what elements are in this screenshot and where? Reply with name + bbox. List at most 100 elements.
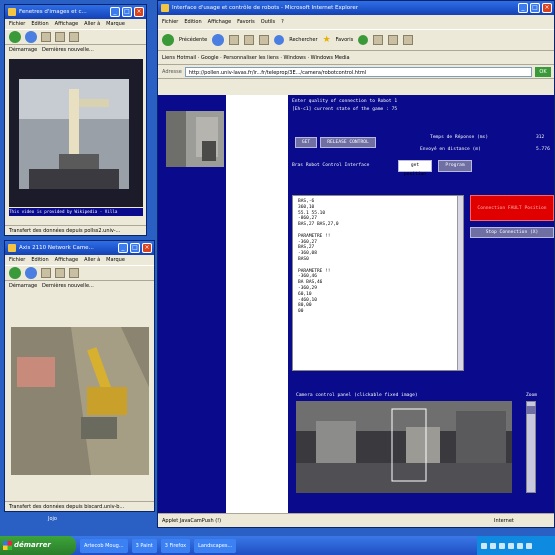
windows-logo-icon xyxy=(3,541,12,550)
bookmark-start[interactable]: Démarrage xyxy=(9,47,37,53)
get-position-button[interactable]: get position xyxy=(398,160,432,177)
search-icon[interactable] xyxy=(274,35,285,45)
status-bar: Transfert des données depuis biscard.uni… xyxy=(5,501,154,511)
stop-icon[interactable] xyxy=(229,35,240,45)
back-icon[interactable] xyxy=(9,31,21,43)
taskbar-item[interactable]: 3 Firefox xyxy=(160,538,191,553)
close-button[interactable]: × xyxy=(134,7,144,17)
program-button[interactable]: Program xyxy=(438,160,472,172)
maximize-button[interactable]: □ xyxy=(122,7,132,17)
command-textarea[interactable]: BAS,-6 360,10 55.1 55.10 -860,27 BAS,27 BAS,… xyxy=(292,195,464,371)
link-customize[interactable]: Personnaliser les liens xyxy=(223,55,278,61)
address-input[interactable]: http://pollen.univ-lavas.fr/ir...fr/tele… xyxy=(184,66,532,77)
link-hotmail[interactable]: Hotmail xyxy=(177,55,197,61)
taskbar-item[interactable]: Landscapes... xyxy=(194,538,237,553)
tray-icon[interactable] xyxy=(499,542,505,549)
robot-control-label: Bras Robot Control Interface xyxy=(292,163,370,168)
search-button[interactable]: Rechercher xyxy=(289,37,317,43)
minimize-button[interactable]: _ xyxy=(110,7,120,17)
panorama-image xyxy=(296,401,512,493)
maximize-button[interactable]: □ xyxy=(530,3,540,13)
window-title: Fenetres d'images et c... xyxy=(19,9,87,15)
stop-icon[interactable] xyxy=(55,32,65,42)
menu-view[interactable]: Affichage xyxy=(55,255,79,265)
release-control-button[interactable]: RELEASE CONTROL xyxy=(320,137,376,148)
start-button[interactable]: démarrer xyxy=(0,536,76,555)
refresh-icon[interactable] xyxy=(244,35,255,45)
menu-view[interactable]: Affichage xyxy=(55,19,79,29)
taskbar-item[interactable]: Artecob Moug... xyxy=(80,538,128,553)
home-icon[interactable] xyxy=(69,32,79,42)
favorites-button[interactable]: Favoris xyxy=(336,37,354,43)
menu-bar: Fichier Edition Affichage Favoris Outils? xyxy=(158,15,554,29)
home-icon[interactable] xyxy=(259,35,270,45)
title-bar[interactable]: Interface d'usage et contrôle de robots … xyxy=(158,1,554,15)
bookmark-start[interactable]: Démarrage xyxy=(9,283,37,289)
textarea-scrollbar[interactable] xyxy=(457,196,463,370)
menu-file[interactable]: Fichier xyxy=(9,255,25,265)
minimize-button[interactable]: _ xyxy=(518,3,528,13)
close-button[interactable]: × xyxy=(142,243,152,253)
back-icon[interactable] xyxy=(162,34,174,46)
tray-icon[interactable] xyxy=(526,542,532,549)
cmd-line: 00 xyxy=(298,309,304,315)
media-icon[interactable] xyxy=(358,35,369,45)
reload-icon[interactable] xyxy=(41,268,51,278)
tray-icon[interactable] xyxy=(490,542,496,549)
camera-control-panel[interactable] xyxy=(296,401,512,493)
zoom-slider[interactable] xyxy=(526,401,536,493)
reload-icon[interactable] xyxy=(41,32,51,42)
close-button[interactable]: × xyxy=(542,3,552,13)
tray-icon[interactable] xyxy=(481,542,487,549)
link-google[interactable]: Google xyxy=(201,55,219,61)
window-images[interactable]: Fenetres d'images et c... _ □ × Fichier Edi… xyxy=(4,4,147,236)
stop-icon[interactable] xyxy=(55,268,65,278)
desktop-icon-label[interactable]: Jojo xyxy=(48,516,57,522)
forward-icon[interactable] xyxy=(212,34,225,46)
menu-go[interactable]: Aller à xyxy=(84,255,100,265)
bookmark-news[interactable]: Dernières nouvelle... xyxy=(42,283,94,289)
home-icon[interactable] xyxy=(69,268,79,278)
menu-file[interactable]: Fichier xyxy=(162,15,178,29)
menu-bookmarks[interactable]: Marque xyxy=(106,255,125,265)
window-robot-interface[interactable]: Interface d'usage et contrôle de robots … xyxy=(157,0,555,528)
menu-tools[interactable]: Outils xyxy=(261,15,275,29)
menu-bookmarks[interactable]: Marque xyxy=(106,19,125,29)
go-button[interactable]: OK xyxy=(535,66,551,77)
menu-file[interactable]: Fichier xyxy=(9,19,25,29)
maximize-button[interactable]: □ xyxy=(130,243,140,253)
window-axis-camera[interactable]: Axis 2110 Network Came... _ □ × Fichier Edi… xyxy=(4,240,155,512)
forward-icon[interactable] xyxy=(25,31,37,43)
menu-favorites[interactable]: Favoris xyxy=(237,15,255,29)
taskbar-item[interactable]: 3 Paint xyxy=(131,538,157,553)
forward-icon[interactable] xyxy=(25,267,37,279)
edit-icon[interactable] xyxy=(403,35,414,45)
title-bar[interactable]: Fenetres d'images et c... _ □ × xyxy=(5,5,146,19)
status-bar: Applet JavaCamPush (!) Internet xyxy=(158,513,554,527)
print-icon[interactable] xyxy=(388,35,399,45)
tray-icon[interactable] xyxy=(508,542,514,549)
menu-edit[interactable]: Edition xyxy=(184,15,201,29)
bookmarks-bar: Démarrage Dernières nouvelle... xyxy=(5,281,154,291)
minimize-button[interactable]: _ xyxy=(118,243,128,253)
bookmark-news[interactable]: Dernières nouvelle... xyxy=(42,47,94,53)
stop-connection-button[interactable]: Stop Connection (X) xyxy=(470,227,554,238)
tray-icon[interactable] xyxy=(517,542,523,549)
menu-edit[interactable]: Edition xyxy=(31,255,48,265)
menu-edit[interactable]: Edition xyxy=(31,19,48,29)
menu-help[interactable]: ? xyxy=(281,15,284,29)
link-windows-media[interactable]: Windows Media xyxy=(311,55,350,61)
zone-status: Internet xyxy=(494,518,514,524)
menu-view[interactable]: Affichage xyxy=(208,15,232,29)
mail-icon[interactable] xyxy=(373,35,384,45)
title-bar[interactable]: Axis 2110 Network Came... _ □ × xyxy=(5,241,154,255)
favorites-icon[interactable]: ★ xyxy=(323,35,331,45)
window-title: Interface d'usage et contrôle de robots … xyxy=(172,5,358,11)
menu-go[interactable]: Aller à xyxy=(84,19,100,29)
back-button[interactable]: Précédente xyxy=(179,37,207,43)
back-icon[interactable] xyxy=(9,267,21,279)
link-windows[interactable]: Windows xyxy=(284,55,306,61)
zoom-slider-thumb[interactable] xyxy=(526,406,536,414)
get-button[interactable]: GET xyxy=(295,137,317,148)
start-label: démarrer xyxy=(14,541,51,549)
